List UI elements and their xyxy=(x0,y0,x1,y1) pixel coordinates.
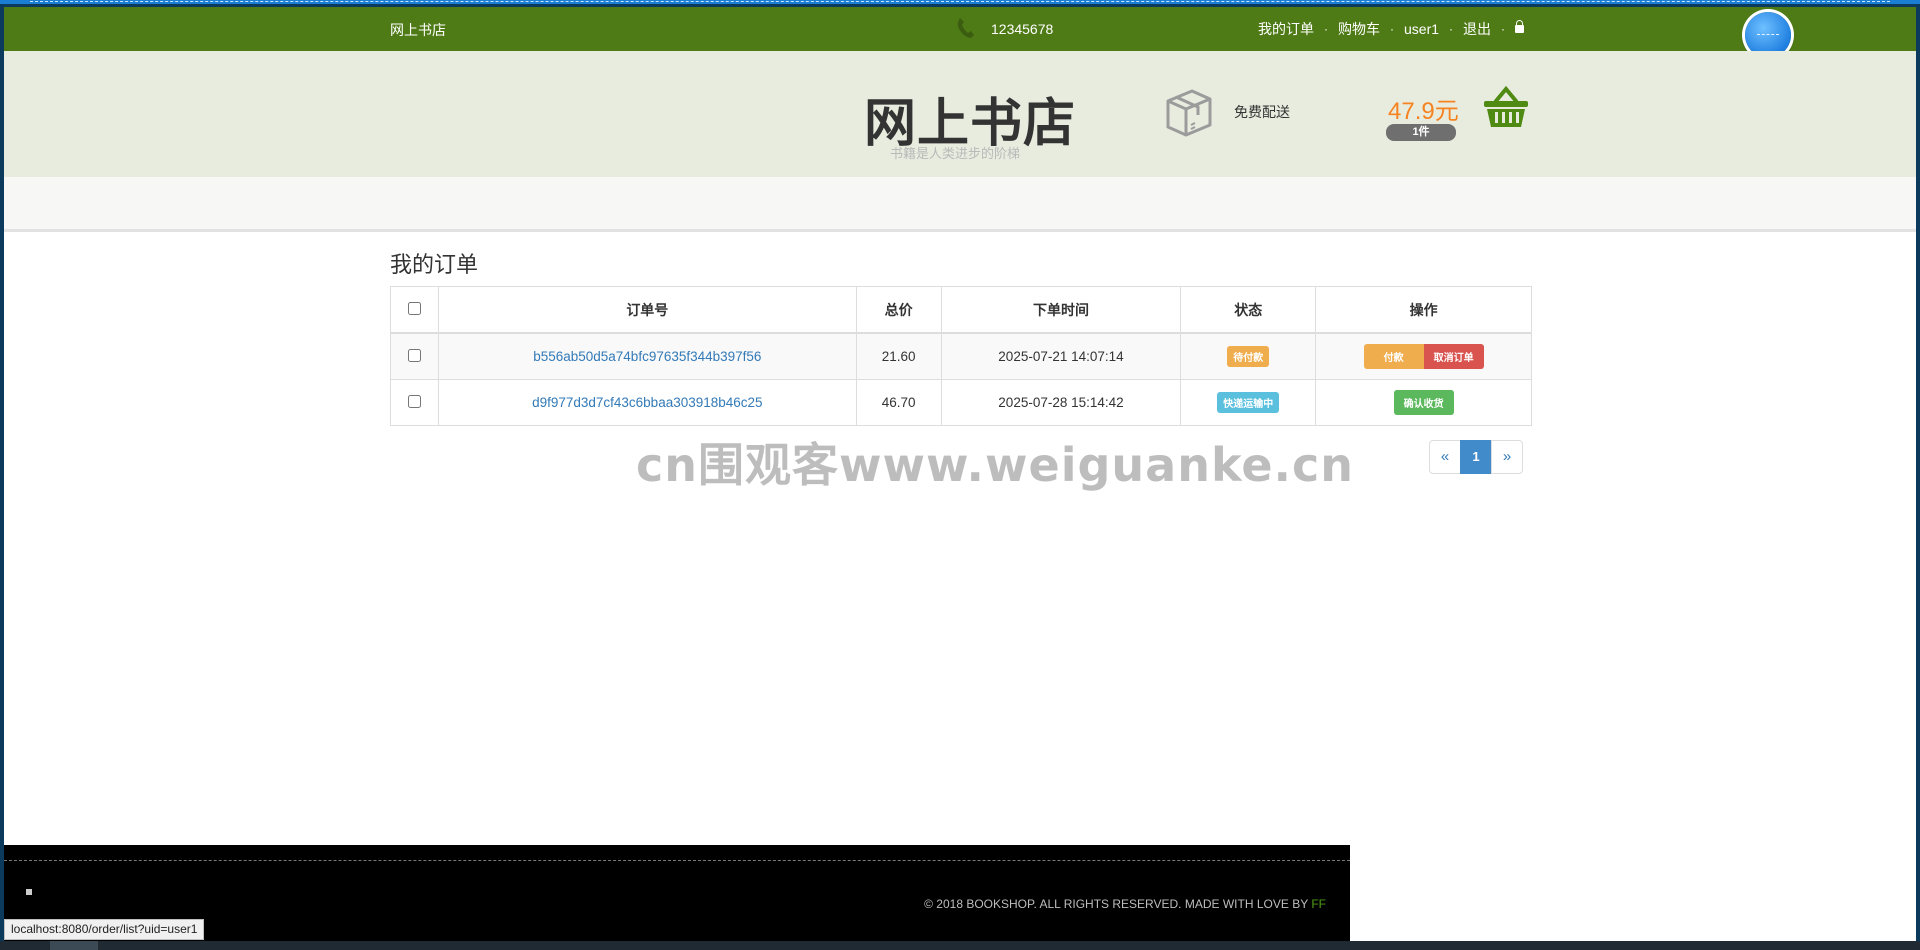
column-header: 状态 xyxy=(1180,286,1317,334)
separator: · xyxy=(1390,22,1394,36)
cart-total[interactable]: 47.9元 xyxy=(1388,91,1459,126)
logout-link[interactable]: 退出 xyxy=(1463,19,1491,39)
footer-divider xyxy=(4,860,1350,861)
page-1-button[interactable]: 1 xyxy=(1460,440,1492,474)
free-shipping-text: 免费配送 xyxy=(1234,104,1290,120)
row-checkbox[interactable] xyxy=(407,348,421,362)
page-title: 我的订单 xyxy=(390,252,479,277)
order-actions-cell: 确认收货 xyxy=(1315,379,1532,426)
footer-marker xyxy=(26,889,32,895)
basket-icon[interactable] xyxy=(1482,85,1530,129)
pagination: « 1 » xyxy=(1429,440,1523,474)
row-select-cell xyxy=(390,379,439,426)
watermark: cn围观客www.weiguanke.cn xyxy=(636,438,1355,492)
order-time: 2025-07-21 14:07:14 xyxy=(940,332,1182,380)
author-link[interactable]: FF xyxy=(1311,897,1326,911)
taskbar-item[interactable] xyxy=(50,941,98,950)
top-shop-name[interactable]: 网上书店 xyxy=(390,20,446,40)
phone-number: 12345678 xyxy=(991,21,1054,37)
order-actions-cell: 付款 取消订单 xyxy=(1315,332,1532,380)
cart-count-badge: 1件 xyxy=(1386,124,1456,141)
status-bar-url: localhost:8080/order/list?uid=user1 xyxy=(4,919,205,940)
lock-icon[interactable] xyxy=(1515,20,1525,33)
separator: · xyxy=(1501,22,1506,36)
row-select-cell xyxy=(390,332,439,380)
separator: · xyxy=(1449,22,1454,36)
pay-button[interactable]: 付款 xyxy=(1363,344,1424,369)
order-time: 2025-07-28 15:14:42 xyxy=(940,379,1182,426)
phone-icon xyxy=(957,18,974,38)
site-subtitle: 书籍是人类进步的阶梯 xyxy=(890,146,1021,161)
row-checkbox[interactable] xyxy=(407,394,421,408)
select-all-checkbox[interactable] xyxy=(407,301,421,315)
top-bar: 网上书店 12345678 我的订单 · 购物车 · user1 · 退出 · xyxy=(4,7,1916,51)
column-header: 操作 xyxy=(1315,286,1532,334)
top-links: 我的订单 · 购物车 · user1 · 退出 · xyxy=(1258,19,1525,39)
prev-page-button[interactable]: « xyxy=(1429,440,1461,474)
next-page-button[interactable]: » xyxy=(1491,440,1523,474)
footer: © 2018 BOOKSHOP. ALL RIGHTS RESERVED. MA… xyxy=(4,845,1350,941)
status-badge: 待付款 xyxy=(1227,346,1270,367)
orders-table: 订单号 总价 下单时间 状态 操作 b556ab50d5a74bfc97635f… xyxy=(390,286,1532,426)
order-id-link[interactable]: d9f977d3d7cf43c6bbaa303918b46c25 xyxy=(532,395,762,410)
column-header: 总价 xyxy=(855,286,942,334)
order-id-link[interactable]: b556ab50d5a74bfc97635f344b397f56 xyxy=(533,349,761,364)
order-total: 46.70 xyxy=(855,379,942,426)
cart-link[interactable]: 购物车 xyxy=(1338,19,1380,39)
site-header: 网上书店 书籍是人类进步的阶梯 免费配送 47.9元 1件 xyxy=(4,51,1916,177)
table-row: b556ab50d5a74bfc97635f344b397f56 21.60 2… xyxy=(390,332,1532,380)
copyright: © 2018 BOOKSHOP. ALL RIGHTS RESERVED. MA… xyxy=(924,897,1326,911)
package-icon xyxy=(1166,89,1212,137)
order-total: 21.60 xyxy=(855,332,942,380)
select-all-cell xyxy=(390,286,439,334)
order-id-cell: b556ab50d5a74bfc97635f344b397f56 xyxy=(437,332,857,380)
confirm-receipt-button[interactable]: 确认收货 xyxy=(1393,390,1454,415)
taskbar xyxy=(0,941,1920,950)
status-badge: 快递运输中 xyxy=(1217,392,1280,413)
browser-loading-stripe xyxy=(0,0,1920,4)
order-status-cell: 待付款 xyxy=(1180,332,1317,380)
column-header: 下单时间 xyxy=(940,286,1182,334)
copyright-text: © 2018 BOOKSHOP. ALL RIGHTS RESERVED. MA… xyxy=(924,897,1312,911)
column-header: 订单号 xyxy=(437,286,857,334)
separator: · xyxy=(1324,22,1328,36)
order-id-cell: d9f977d3d7cf43c6bbaa303918b46c25 xyxy=(437,379,857,426)
my-orders-link[interactable]: 我的订单 xyxy=(1258,19,1314,39)
cancel-order-button[interactable]: 取消订单 xyxy=(1423,344,1484,369)
table-header-row: 订单号 总价 下单时间 状态 操作 xyxy=(390,286,1532,334)
nav-bar xyxy=(4,177,1916,232)
user-link[interactable]: user1 xyxy=(1404,21,1439,37)
page: 网上书店 12345678 我的订单 · 购物车 · user1 · 退出 · … xyxy=(4,7,1916,941)
order-status-cell: 快递运输中 xyxy=(1180,379,1317,426)
table-row: d9f977d3d7cf43c6bbaa303918b46c25 46.70 2… xyxy=(390,379,1532,426)
